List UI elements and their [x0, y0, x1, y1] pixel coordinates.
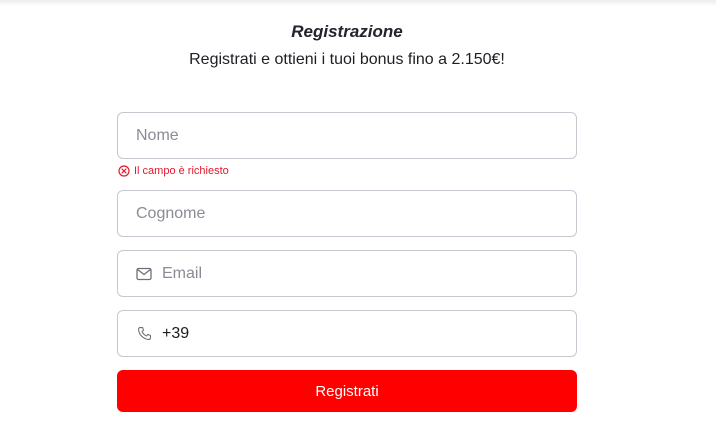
register-button[interactable]: Registrati: [117, 370, 577, 412]
error-circle-x-icon: [118, 165, 130, 177]
form-title: Registrazione: [291, 22, 403, 41]
email-input[interactable]: [162, 251, 576, 296]
form-subtitle: Registrati e ottieni i tuoi bonus fino a…: [189, 51, 505, 68]
nome-input[interactable]: [136, 113, 576, 158]
phone-input[interactable]: [162, 311, 576, 356]
cognome-field[interactable]: [117, 190, 577, 237]
email-field[interactable]: [117, 250, 577, 297]
registration-page: Registrazione Registrati e ottieni i tuo…: [0, 0, 716, 439]
nome-error-message: Il campo è richiesto: [118, 164, 229, 178]
nome-field[interactable]: [117, 112, 577, 159]
mail-icon: [135, 265, 153, 283]
cognome-input[interactable]: [136, 191, 576, 236]
nome-error-text: Il campo è richiesto: [134, 165, 229, 177]
phone-field[interactable]: [117, 310, 577, 357]
phone-icon: [135, 325, 153, 343]
top-shadow: [0, 0, 716, 6]
